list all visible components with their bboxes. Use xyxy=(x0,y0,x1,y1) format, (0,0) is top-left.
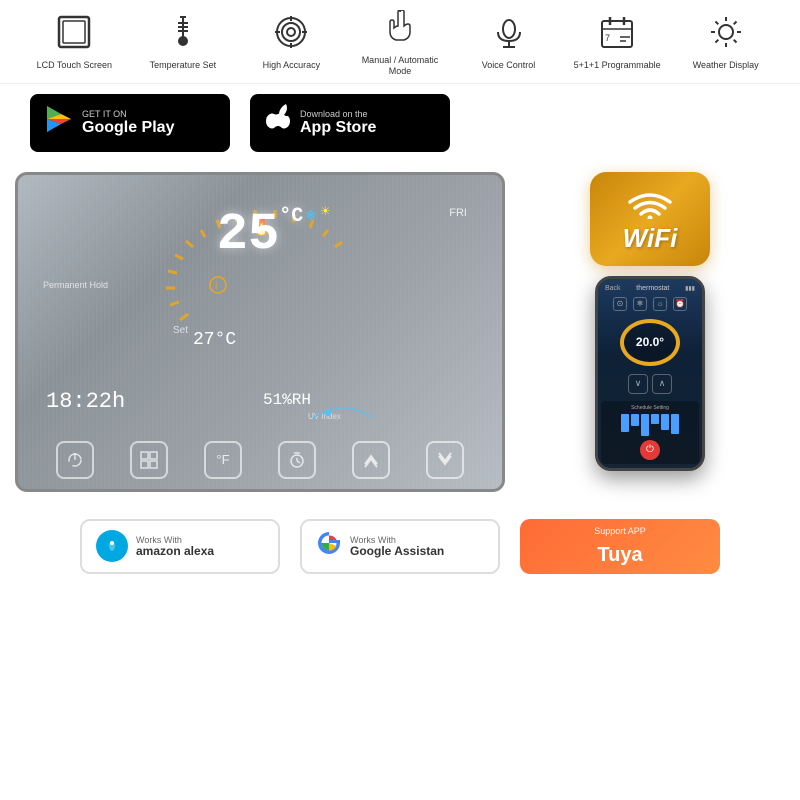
unit-button[interactable]: °F xyxy=(204,441,242,479)
feature-accuracy: High Accuracy xyxy=(246,15,336,71)
svg-text:7: 7 xyxy=(605,33,610,43)
google-works-with: Works With xyxy=(350,535,444,545)
calendar-icon: 7 xyxy=(600,15,634,56)
phone-down-btn[interactable]: ∨ xyxy=(628,374,648,394)
google-badge: Works With Google Assistan xyxy=(300,519,500,574)
phone-controls: ∨ ∧ xyxy=(628,374,672,394)
down-button[interactable] xyxy=(426,441,464,479)
menu-button[interactable] xyxy=(130,441,168,479)
app-store-text: Download on the App Store xyxy=(300,109,376,137)
google-play-name: Google Play xyxy=(82,119,174,137)
feature-manual: Manual / Automatic Mode xyxy=(355,10,445,77)
wifi-badge: WiFi xyxy=(590,172,710,266)
feature-programmable-label: 5+1+1 Programmable xyxy=(574,60,661,71)
day-label: FRI xyxy=(449,207,467,219)
phone-header: Back thermostat ▮▮▮ xyxy=(601,283,699,294)
phone-bottom-section: Schedule Setting ⏻ xyxy=(601,401,699,464)
google-play-text: GET IT ON Google Play xyxy=(82,109,174,137)
tuya-support-label: Support APP xyxy=(594,526,646,536)
current-temperature: 25°C xyxy=(217,205,303,264)
phone-title: thermostat xyxy=(636,285,669,292)
feature-temp: Temperature Set xyxy=(138,15,228,71)
schedule-bar-2 xyxy=(631,414,639,426)
phone-thermostat-circle: 20.0° xyxy=(620,319,680,366)
apple-icon xyxy=(264,104,292,141)
phone-screen: Back thermostat ▮▮▮ ⊙ ❄ ☼ ⏰ 20.0° ∨ ∧ xyxy=(598,279,702,468)
target-icon xyxy=(274,15,308,56)
google-icon xyxy=(316,530,342,562)
app-store-badge[interactable]: Download on the App Store xyxy=(250,94,450,152)
feature-weather: Weather Display xyxy=(681,15,771,71)
feature-voice-label: Voice Control xyxy=(482,60,536,71)
svg-text:i: i xyxy=(215,281,217,292)
alexa-icon xyxy=(96,530,128,562)
set-label: Set xyxy=(173,325,188,336)
main-content: 🔥 ❄ ☀ i 25°C FRI Permanent Hold Set 27°C… xyxy=(0,162,800,502)
voice-icon xyxy=(492,15,526,56)
tuya-name: Tuya xyxy=(597,544,642,567)
phone-schedule-label: Schedule Setting xyxy=(605,405,695,411)
button-row: °F xyxy=(38,441,482,479)
app-store-name: App Store xyxy=(300,119,376,137)
schedule-button[interactable] xyxy=(278,441,316,479)
tuya-badge: Support APP Tuya xyxy=(520,519,720,574)
app-store-subtitle: Download on the xyxy=(300,109,376,119)
phone-schedule-bars xyxy=(605,414,695,436)
schedule-bar-3 xyxy=(641,414,649,436)
phone-icon-4: ⏰ xyxy=(673,297,687,311)
phone-signal: ▮▮▮ xyxy=(685,285,695,292)
up-button[interactable] xyxy=(352,441,390,479)
thermostat-device[interactable]: 🔥 ❄ ☀ i 25°C FRI Permanent Hold Set 27°C… xyxy=(15,172,505,492)
schedule-bar-1 xyxy=(621,414,629,432)
phone-icons-row: ⊙ ❄ ☼ ⏰ xyxy=(613,297,687,311)
sun-icon xyxy=(709,15,743,56)
partners-row: Works With amazon alexa Works With Googl… xyxy=(0,507,800,586)
phone-icon-1: ⊙ xyxy=(613,297,627,311)
feature-accuracy-label: High Accuracy xyxy=(263,60,321,71)
phone-icon-2: ❄ xyxy=(633,297,647,311)
alexa-text: Works With amazon alexa xyxy=(136,535,214,558)
phone-icon-3: ☼ xyxy=(653,297,667,311)
google-name: Google Assistan xyxy=(350,545,444,558)
alexa-badge: Works With amazon alexa xyxy=(80,519,280,574)
time-display: 18:22h xyxy=(46,389,125,414)
thermometer-icon xyxy=(168,15,198,56)
feature-voice: Voice Control xyxy=(464,15,554,71)
features-row: LCD Touch Screen Temperature Set xyxy=(0,0,800,84)
phone-back: Back xyxy=(605,285,621,292)
feature-manual-label: Manual / Automatic Mode xyxy=(355,55,445,77)
phone-up-btn[interactable]: ∧ xyxy=(652,374,672,394)
phone-temp: 20.0° xyxy=(636,335,664,349)
feature-programmable: 7 5+1+1 Programmable xyxy=(572,15,662,71)
svg-text:☀: ☀ xyxy=(320,204,331,218)
right-side: WiFi Back thermostat ▮▮▮ ⊙ ❄ ☼ ⏰ 20.0° xyxy=(515,172,785,492)
alexa-works-with: Works With xyxy=(136,535,214,545)
appstore-row: GET IT ON Google Play Download on the Ap… xyxy=(0,84,800,162)
feature-lcd: LCD Touch Screen xyxy=(29,15,119,71)
power-button[interactable] xyxy=(56,441,94,479)
wifi-label: WiFi xyxy=(623,223,678,254)
schedule-bar-6 xyxy=(671,414,679,434)
hand-icon xyxy=(386,10,414,51)
google-play-subtitle: GET IT ON xyxy=(82,109,174,119)
set-temperature: 27°C xyxy=(193,330,236,350)
feature-lcd-label: LCD Touch Screen xyxy=(37,60,112,71)
schedule-bar-4 xyxy=(651,414,659,424)
feature-temp-label: Temperature Set xyxy=(150,60,217,71)
google-play-badge[interactable]: GET IT ON Google Play xyxy=(30,94,230,152)
google-play-icon xyxy=(44,104,74,141)
phone-mockup: Back thermostat ▮▮▮ ⊙ ❄ ☼ ⏰ 20.0° ∨ ∧ xyxy=(595,276,705,471)
google-assistant-text: Works With Google Assistan xyxy=(350,535,444,558)
humidity-display: 51%RH xyxy=(263,391,311,409)
hold-label: Permanent Hold xyxy=(43,280,108,290)
svg-text:❄: ❄ xyxy=(305,207,317,223)
lcd-icon xyxy=(57,15,91,56)
schedule-bar-5 xyxy=(661,414,669,430)
feature-weather-label: Weather Display xyxy=(693,60,759,71)
alexa-name: amazon alexa xyxy=(136,545,214,558)
phone-power-btn[interactable]: ⏻ xyxy=(640,440,660,460)
